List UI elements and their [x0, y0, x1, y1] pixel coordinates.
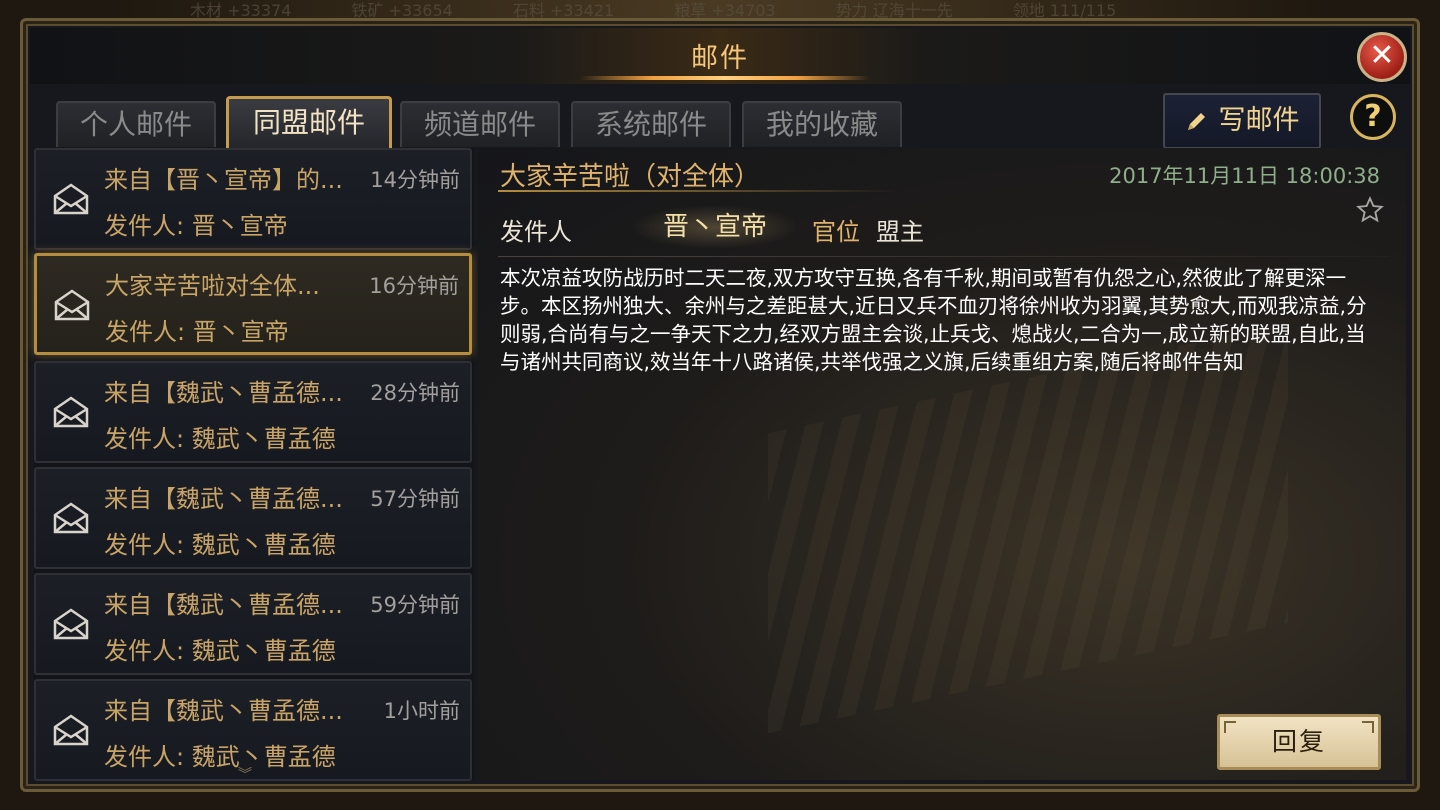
help-icon: ? [1364, 99, 1382, 134]
mail-time: 16分钟前 [369, 274, 459, 298]
divider [498, 256, 1390, 257]
page-title: 邮件 [691, 43, 749, 74]
mail-time: 59分钟前 [370, 593, 460, 617]
mail-body: 本次凉益攻防战历时二天二夜,双方攻守互换,各有千秋,期间或暂有仇怨之心,然彼此了… [500, 266, 1367, 374]
tab-personal-mail[interactable]: 个人邮件 [56, 101, 216, 147]
sender-name: 晋丶宣帝 [191, 212, 288, 240]
from-label: 发件人 [500, 218, 572, 246]
from-name[interactable]: 晋丶宣帝 [630, 205, 800, 249]
sender-label: 发件人: [105, 318, 186, 346]
mail-list-item[interactable]: 来自【魏武丶曹孟德... 57分钟前 发件人: 魏武丶曹孟德 [34, 467, 472, 569]
sender-label: 发件人: [104, 743, 185, 771]
reply-button[interactable]: 回复 [1217, 714, 1381, 770]
mail-subject: 大家辛苦啦对全体... [105, 272, 320, 300]
mail-sender: 发件人: 晋丶宣帝 [104, 206, 288, 241]
mail-subject: 来自【晋丶宣帝】的... [104, 166, 343, 194]
help-button[interactable]: ? [1350, 94, 1396, 140]
sender-label: 发件人: [104, 425, 185, 453]
sender-name: 魏武丶曹孟德 [191, 637, 336, 665]
mail-time: 14分钟前 [370, 168, 460, 192]
sender-name: 魏武丶曹孟德 [191, 743, 336, 771]
rank-value: 盟主 [876, 218, 924, 246]
detail-subject: 大家辛苦啦（对全体） [500, 162, 761, 192]
subject-underline [498, 190, 898, 192]
sender-name: 魏武丶曹孟德 [191, 425, 336, 453]
sender-label: 发件人: [104, 212, 185, 240]
close-icon: ✕ [1369, 38, 1395, 73]
envelope-icon [53, 396, 89, 428]
mail-sender: 发件人: 魏武丶曹孟德 [104, 631, 336, 666]
mail-detail-panel [478, 148, 1406, 780]
write-mail-button[interactable]: 写邮件 [1163, 93, 1321, 149]
mail-time: 1小时前 [383, 699, 460, 723]
write-mail-label: 写邮件 [1218, 105, 1300, 136]
mail-sender: 发件人: 魏武丶曹孟德 [104, 737, 336, 772]
tab-favorites[interactable]: 我的收藏 [742, 101, 902, 147]
mail-subject: 来自【魏武丶曹孟德... [104, 697, 343, 725]
mail-subject: 来自【魏武丶曹孟德... [104, 379, 343, 407]
detail-date: 2017年11月11日 18:00:38 [1109, 164, 1380, 188]
mail-list-item[interactable]: 来自【魏武丶曹孟德... 1小时前 发件人: 魏武丶曹孟德 [34, 679, 472, 781]
mail-sender: 发件人: 魏武丶曹孟德 [104, 419, 336, 454]
background-artwork [768, 322, 1288, 734]
mail-list-item[interactable]: 来自【晋丶宣帝】的... 14分钟前 发件人: 晋丶宣帝 [34, 148, 472, 250]
star-icon[interactable] [1356, 196, 1384, 224]
mail-sender: 发件人: 晋丶宣帝 [105, 312, 289, 347]
scroll-down-icon[interactable]: ︾ [238, 764, 252, 784]
pencil-icon [1187, 113, 1205, 130]
title-glow [580, 76, 870, 80]
rank-label: 官位 [812, 218, 860, 246]
tab-system-mail[interactable]: 系统邮件 [571, 101, 731, 147]
close-button[interactable]: ✕ [1357, 32, 1407, 82]
sender-name: 晋丶宣帝 [192, 318, 289, 346]
envelope-icon [53, 502, 89, 534]
mail-sender: 发件人: 魏武丶曹孟德 [104, 525, 336, 560]
mail-time: 28分钟前 [370, 381, 460, 405]
mail-time: 57分钟前 [370, 487, 460, 511]
mail-list-item-selected[interactable]: 大家辛苦啦对全体... 16分钟前 发件人: 晋丶宣帝 [34, 253, 472, 355]
sender-name: 魏武丶曹孟德 [191, 531, 336, 559]
envelope-icon [54, 289, 90, 321]
sender-label: 发件人: [104, 637, 185, 665]
mail-subject: 来自【魏武丶曹孟德... [104, 591, 343, 619]
sender-label: 发件人: [104, 531, 185, 559]
envelope-icon [53, 183, 89, 215]
envelope-icon [53, 714, 89, 746]
mail-list-item[interactable]: 来自【魏武丶曹孟德... 28分钟前 发件人: 魏武丶曹孟德 [34, 361, 472, 463]
tab-channel-mail[interactable]: 频道邮件 [400, 101, 560, 147]
tab-alliance-mail[interactable]: 同盟邮件 [226, 96, 392, 148]
mail-list-item[interactable]: 来自【魏武丶曹孟德... 59分钟前 发件人: 魏武丶曹孟德 [34, 573, 472, 675]
envelope-icon [53, 608, 89, 640]
mail-subject: 来自【魏武丶曹孟德... [104, 485, 343, 513]
